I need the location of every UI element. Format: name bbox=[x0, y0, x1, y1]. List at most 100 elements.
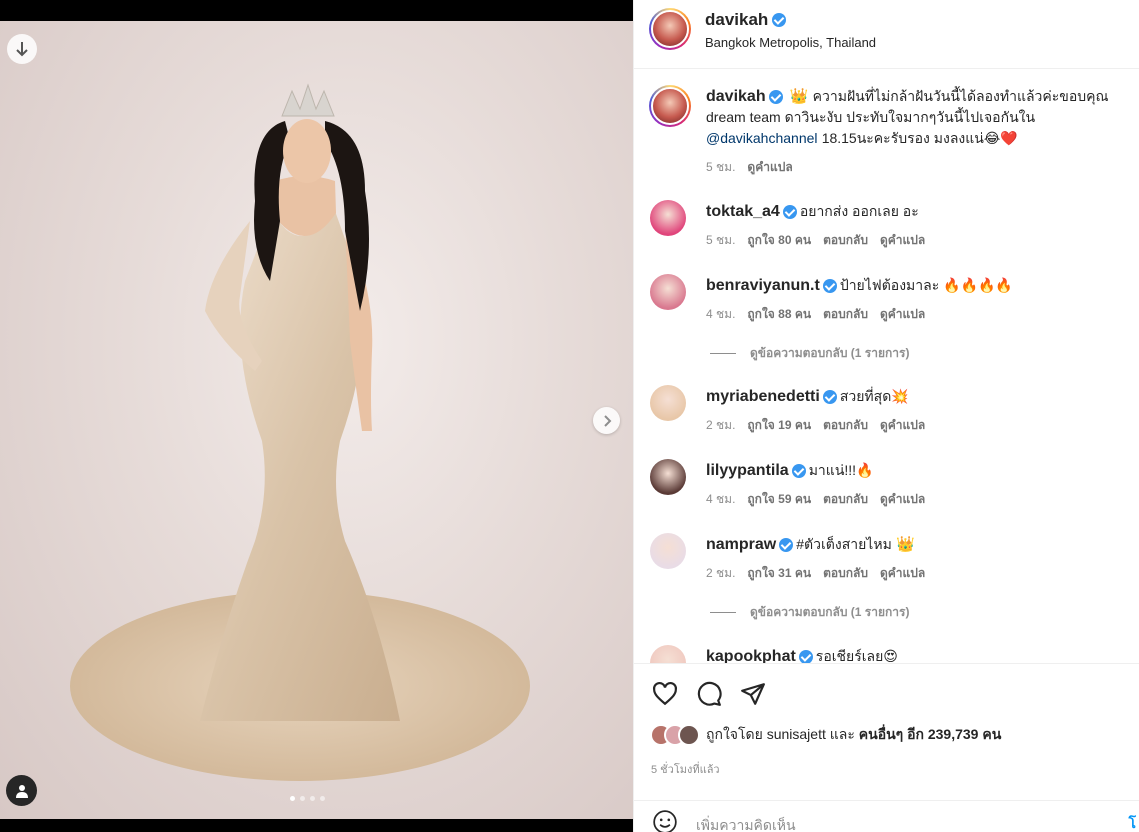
arrow-down-icon bbox=[16, 42, 28, 57]
translate-button[interactable]: ดูคำแปล bbox=[880, 231, 925, 250]
comment-body: toktak_a4 อยากส่ง ออกเลย อะ bbox=[706, 201, 1126, 222]
post-actions bbox=[634, 663, 1139, 717]
emoji-icon[interactable] bbox=[652, 809, 678, 832]
comment-meta: 5 ชม. ถูกใจ 80 คน ตอบกลับ ดูคำแปล bbox=[706, 231, 925, 250]
gown-figure bbox=[70, 83, 530, 781]
post-side-panel: davikah Bangkok Metropolis, Thailand dav… bbox=[633, 0, 1139, 832]
comment-time[interactable]: 2 ชม. bbox=[706, 564, 735, 583]
commenter-avatar[interactable] bbox=[650, 459, 686, 495]
translate-button[interactable]: ดูคำแปล bbox=[880, 564, 925, 583]
liker-username[interactable]: sunisajett bbox=[767, 726, 826, 742]
verified-badge-icon bbox=[779, 537, 794, 552]
comment-text: รอเชียร์เลย😍 bbox=[815, 648, 898, 663]
crown-emoji: 👑 bbox=[789, 88, 809, 105]
comment-text: มาแน่!!!🔥 bbox=[808, 462, 874, 478]
post-time[interactable]: 5 ชั่วโมงที่แล้ว bbox=[651, 760, 720, 778]
translate-button[interactable]: ดูคำแปล bbox=[880, 416, 925, 435]
translate-button[interactable]: ดูคำแปล bbox=[880, 305, 925, 324]
author-username-text[interactable]: davikah bbox=[705, 10, 768, 30]
share-icon[interactable] bbox=[740, 681, 766, 707]
commenter-username[interactable]: myriabenedetti bbox=[706, 386, 820, 407]
post-media bbox=[0, 0, 633, 832]
chevron-right-icon bbox=[603, 414, 611, 427]
comment-likes[interactable]: ถูกใจ 88 คน bbox=[747, 305, 811, 324]
replies-line bbox=[710, 353, 736, 354]
commenter-avatar[interactable] bbox=[650, 200, 686, 236]
post-location[interactable]: Bangkok Metropolis, Thailand bbox=[705, 35, 876, 50]
reply-button[interactable]: ตอบกลับ bbox=[823, 231, 868, 250]
view-replies-button[interactable]: ดูข้อความตอบกลับ (1 รายการ) bbox=[710, 603, 909, 622]
likes-count[interactable]: คนอื่นๆ อีก 239,739 คน bbox=[859, 726, 1002, 742]
commenter-username[interactable]: toktak_a4 bbox=[706, 201, 780, 222]
reply-button[interactable]: ตอบกลับ bbox=[823, 305, 868, 324]
commenter-avatar[interactable] bbox=[650, 274, 686, 310]
comment-text: สวยที่สุด💥 bbox=[839, 388, 909, 404]
verified-badge-icon bbox=[791, 463, 806, 478]
caption-meta: 5 ชม. ดูคำแปล bbox=[706, 158, 793, 177]
comment-body: nampraw #ตัวเต็งสายไหม 👑 bbox=[706, 534, 1126, 555]
comments-list[interactable]: davikah 👑 ความฝันที่ไม่กล้าฝันวันนี้ได้ล… bbox=[634, 70, 1139, 663]
post-comment-button[interactable]: โ bbox=[1128, 813, 1136, 832]
comment-time[interactable]: 4 ชม. bbox=[706, 490, 735, 509]
view-replies-label[interactable]: ดูข้อความตอบกลับ (1 รายการ) bbox=[750, 603, 909, 622]
reply-button[interactable]: ตอบกลับ bbox=[823, 564, 868, 583]
author-avatar[interactable] bbox=[649, 8, 691, 50]
carousel-dot bbox=[310, 796, 315, 801]
comment-time[interactable]: 5 ชม. bbox=[706, 231, 735, 250]
verified-badge-icon bbox=[822, 278, 837, 293]
likes-prefix: ถูกใจโดย bbox=[706, 726, 763, 742]
comment-meta: 4 ชม. ถูกใจ 59 คน ตอบกลับ ดูคำแปล bbox=[706, 490, 925, 509]
comment-input[interactable]: เพิ่มความคิดเห็น bbox=[696, 815, 796, 832]
likes-and: และ bbox=[829, 726, 855, 742]
likes-summary: ถูกใจโดย sunisajett และ คนอื่นๆ อีก 239,… bbox=[650, 724, 1001, 746]
caption-username[interactable]: davikah bbox=[706, 86, 766, 107]
commenter-username[interactable]: benraviyanun.t bbox=[706, 275, 820, 296]
commenter-username[interactable]: lilyypantila bbox=[706, 460, 789, 481]
comment-body: lilyypantila มาแน่!!!🔥 bbox=[706, 460, 1126, 481]
reply-button[interactable]: ตอบกลับ bbox=[823, 416, 868, 435]
commenter-avatar[interactable] bbox=[650, 645, 686, 663]
post-header: davikah Bangkok Metropolis, Thailand bbox=[634, 0, 1139, 69]
translate-button[interactable]: ดูคำแปล bbox=[880, 490, 925, 509]
commenter-avatar[interactable] bbox=[650, 533, 686, 569]
caption-text-end: 18.15นะคะรับรอง มงลงแน่😂❤️ bbox=[821, 130, 1018, 146]
caption-mention-link[interactable]: @davikahchannel bbox=[706, 130, 818, 146]
author-username[interactable]: davikah bbox=[705, 10, 787, 30]
carousel-indicator bbox=[290, 796, 325, 801]
comment-time[interactable]: 2 ชม. bbox=[706, 416, 735, 435]
download-button[interactable] bbox=[7, 34, 37, 64]
verified-badge-icon bbox=[772, 13, 787, 27]
likes-text: ถูกใจโดย sunisajett และ คนอื่นๆ อีก 239,… bbox=[706, 724, 1001, 746]
commenter-username[interactable]: nampraw bbox=[706, 534, 776, 555]
view-replies-label[interactable]: ดูข้อความตอบกลับ (1 รายการ) bbox=[750, 344, 909, 363]
comment-likes[interactable]: ถูกใจ 59 คน bbox=[747, 490, 811, 509]
carousel-dot bbox=[290, 796, 295, 801]
verified-badge-icon bbox=[822, 389, 837, 404]
add-comment-bar: เพิ่มความคิดเห็น โ bbox=[634, 800, 1139, 832]
caption-time[interactable]: 5 ชม. bbox=[706, 158, 735, 177]
comment-meta: 2 ชม. ถูกใจ 31 คน ตอบกลับ ดูคำแปล bbox=[706, 564, 925, 583]
comment-likes[interactable]: ถูกใจ 80 คน bbox=[747, 231, 811, 250]
verified-badge-icon bbox=[782, 204, 797, 219]
comment-body: kapookphat รอเชียร์เลย😍 bbox=[706, 646, 1126, 663]
commenter-avatar[interactable] bbox=[650, 385, 686, 421]
verified-badge-icon bbox=[768, 89, 783, 104]
comment-likes[interactable]: ถูกใจ 31 คน bbox=[747, 564, 811, 583]
comment-body: myriabenedetti สวยที่สุด💥 bbox=[706, 386, 1126, 407]
translate-button[interactable]: ดูคำแปล bbox=[747, 158, 792, 177]
caption-avatar[interactable] bbox=[649, 85, 691, 127]
tagged-users-button[interactable] bbox=[6, 775, 37, 806]
commenter-username[interactable]: kapookphat bbox=[706, 646, 796, 663]
comment-time[interactable]: 4 ชม. bbox=[706, 305, 735, 324]
view-replies-button[interactable]: ดูข้อความตอบกลับ (1 รายการ) bbox=[710, 344, 909, 363]
reply-button[interactable]: ตอบกลับ bbox=[823, 490, 868, 509]
comment-likes[interactable]: ถูกใจ 19 คน bbox=[747, 416, 811, 435]
comment-meta: 4 ชม. ถูกใจ 88 คน ตอบกลับ ดูคำแปล bbox=[706, 305, 925, 324]
caption-body: davikah 👑 ความฝันที่ไม่กล้าฝันวันนี้ได้ล… bbox=[706, 86, 1126, 149]
comment-text: #ตัวเต็งสายไหม bbox=[796, 536, 892, 552]
post-photo[interactable] bbox=[0, 21, 633, 819]
heart-icon[interactable] bbox=[652, 681, 678, 707]
comment-text: อยากส่ง ออกเลย อะ bbox=[799, 203, 919, 219]
comment-icon[interactable] bbox=[696, 681, 722, 707]
carousel-next-button[interactable] bbox=[593, 407, 620, 434]
